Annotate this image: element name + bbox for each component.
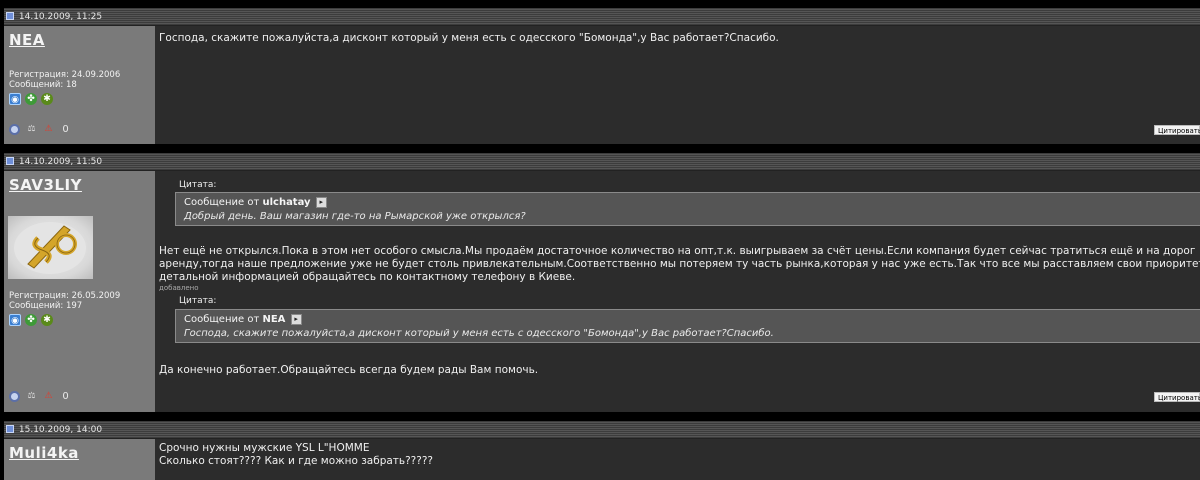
user-badges: ◉ ✤ ✱ [9, 314, 53, 326]
clover-icon: ✤ [25, 93, 37, 105]
quote-source: Сообщение от NEA ▸ [184, 313, 1200, 327]
post-text: Да конечно работает.Обращайтесь всегда б… [159, 364, 539, 376]
clover-icon: ✤ [25, 314, 37, 326]
added-note: добавлено [159, 284, 199, 292]
online-status-icon[interactable] [9, 391, 20, 402]
post-text-line: Сколько стоят???? Как и где можно забрат… [159, 455, 433, 467]
view-post-icon[interactable]: ▸ [290, 313, 302, 325]
quote-author: NEA [262, 314, 286, 325]
quote-button[interactable]: Цитировать [1154, 125, 1200, 135]
quote-text: Добрый день. Ваш магазин где-то на Рымар… [184, 211, 526, 222]
reputation-scale-icon[interactable]: ⚖ [26, 124, 37, 135]
message-count: Сообщений: 18 [9, 80, 77, 90]
message-count: Сообщений: 197 [9, 301, 83, 311]
view-post-icon[interactable]: ▸ [315, 196, 327, 208]
post-date: 14.10.2009, 11:25 [18, 12, 103, 22]
user-info-panel: NEA Регистрация: 24.09.2006 Сообщений: 1… [4, 26, 155, 144]
quote-source: Сообщение от ulchatay ▸ [184, 196, 1200, 210]
reputation-scale-icon[interactable]: ⚖ [26, 391, 37, 402]
post-body: Срочно нужны мужские YSL L"HOMME Сколько… [155, 439, 1200, 480]
post-header: 15.10.2009, 14:00 [4, 421, 1200, 439]
bug-icon: ✱ [41, 314, 53, 326]
user-tools: ⚖ ⚠ 0 [9, 124, 71, 135]
user-badges: ◉ ✤ ✱ [9, 93, 53, 105]
post-text-line: детальной информацией обращайтесь по кон… [159, 271, 576, 283]
camera-icon: ◉ [9, 93, 21, 105]
post-doc-icon [6, 11, 14, 20]
post-header: 14.10.2009, 11:50 [4, 153, 1200, 171]
post-1: 14.10.2009, 11:25 NEA Регистрация: 24.09… [4, 8, 1200, 144]
camera-icon: ◉ [9, 314, 21, 326]
post-doc-icon [6, 156, 14, 165]
quote-block: Сообщение от ulchatay ▸ Добрый день. Ваш… [175, 192, 1200, 226]
bug-icon: ✱ [41, 93, 53, 105]
post-date: 15.10.2009, 14:00 [18, 425, 103, 435]
quote-button[interactable]: Цитировать [1154, 392, 1200, 402]
registration-date: Регистрация: 24.09.2006 [9, 70, 121, 80]
username-link[interactable]: SAV3LIY [9, 176, 82, 194]
post-body: Господа, скажите пожалуйста,а дисконт ко… [155, 26, 1200, 144]
quote-label: Цитата: [179, 296, 217, 306]
user-info-panel: Muli4ka [4, 439, 155, 480]
post-2: 14.10.2009, 11:50 SAV3LIY Регистрация: 2… [4, 153, 1200, 412]
post-doc-icon [6, 424, 14, 433]
avatar [8, 216, 93, 279]
post-header: 14.10.2009, 11:25 [4, 8, 1200, 26]
warning-count: 0 [62, 124, 69, 135]
username-link[interactable]: Muli4ka [9, 444, 79, 462]
post-text: Господа, скажите пожалуйста,а дисконт ко… [159, 32, 779, 44]
quote-text: Господа, скажите пожалуйста,а дисконт ко… [184, 328, 774, 339]
quote-prefix: Сообщение от [184, 197, 260, 208]
warning-icon[interactable]: ⚠ [43, 124, 54, 135]
post-body: Цитата: Сообщение от ulchatay ▸ Добрый д… [155, 171, 1200, 412]
quote-prefix: Сообщение от [184, 314, 260, 325]
post-text-line: аренду,тогда наше предложение уже не буд… [159, 258, 1200, 270]
quote-block: Сообщение от NEA ▸ Господа, скажите пожа… [175, 309, 1200, 343]
user-tools: ⚖ ⚠ 0 [9, 391, 71, 402]
quote-author: ulchatay [262, 197, 311, 208]
post-text-line: Нет ещё не открылся.Пока в этом нет особ… [159, 245, 1196, 257]
username-link[interactable]: NEA [9, 31, 45, 49]
user-info-panel: SAV3LIY Регистрация: 26.05.2009 Сообщени… [4, 171, 155, 412]
registration-date: Регистрация: 26.05.2009 [9, 291, 121, 301]
quote-label: Цитата: [179, 180, 217, 190]
warning-count: 0 [62, 391, 69, 402]
online-status-icon[interactable] [9, 124, 20, 135]
post-date: 14.10.2009, 11:50 [18, 157, 103, 167]
warning-icon[interactable]: ⚠ [43, 391, 54, 402]
post-3: 15.10.2009, 14:00 Muli4ka Срочно нужны м… [4, 421, 1200, 480]
post-text-line: Срочно нужны мужские YSL L"HOMME [159, 442, 370, 454]
